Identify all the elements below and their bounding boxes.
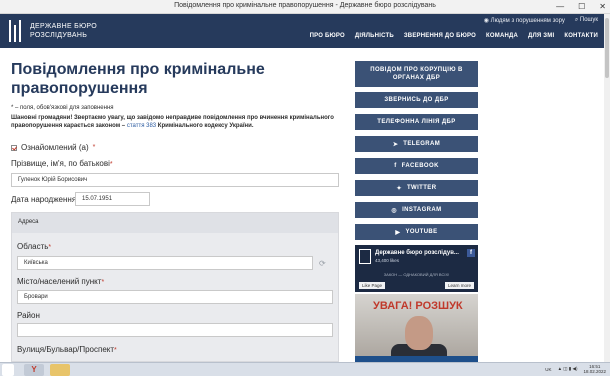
acknowledged-checkbox[interactable] bbox=[11, 144, 17, 151]
instagram-button[interactable]: ◎ INSTAGRAM bbox=[355, 202, 478, 218]
dob-label: Дата народження bbox=[11, 195, 77, 204]
nav-item-appeals[interactable]: ЗВЕРНЕННЯ ДО БЮРО bbox=[404, 33, 476, 39]
language-indicator[interactable]: UK bbox=[545, 367, 551, 372]
facebook-logo-icon: f bbox=[467, 249, 475, 257]
facebook-icon: f bbox=[394, 163, 397, 169]
fullname-input[interactable]: Гуленок Юрій Борисович bbox=[11, 173, 339, 187]
os-taskbar: Y UK ▲ ◫ ▮ ◀) 16:51 18.02.2022 bbox=[0, 362, 610, 376]
fb-page-name[interactable]: Державне бюро розслідув... bbox=[375, 250, 459, 256]
nav-item-team[interactable]: КОМАНДА bbox=[486, 33, 518, 39]
fb-learn-more-button[interactable]: Learn more bbox=[444, 282, 474, 289]
window-title: Повідомлення про кримінальне правопоруше… bbox=[174, 2, 436, 9]
fb-likes-count: 43,400 likes bbox=[375, 258, 400, 263]
dbr-logo-icon[interactable] bbox=[8, 20, 22, 42]
window-titlebar: Повідомлення про кримінальне правопоруше… bbox=[0, 0, 610, 14]
close-button[interactable]: ✕ bbox=[599, 2, 606, 11]
maximize-button[interactable]: ☐ bbox=[578, 2, 585, 11]
city-input[interactable]: Бровари bbox=[17, 290, 333, 304]
report-corruption-button[interactable]: ПОВІДОМ ПРО КОРУПЦІЮ В ОРГАНАХ ДБР bbox=[355, 61, 478, 87]
brand-line-2: РОЗСЛІДУВАНЬ bbox=[30, 32, 88, 39]
start-button[interactable] bbox=[2, 364, 14, 376]
telegram-button[interactable]: ➤ TELEGRAM bbox=[355, 136, 478, 152]
search-icon: ⌕ bbox=[574, 17, 579, 23]
site-header: ДЕРЖАВНЕ БЮРО РОЗСЛІДУВАНЬ ◉ Людям з пор… bbox=[0, 14, 604, 48]
twitter-icon: ✦ bbox=[396, 185, 402, 192]
nav-item-about[interactable]: ПРО БЮРО bbox=[310, 33, 345, 39]
page-scrollbar[interactable] bbox=[604, 14, 610, 362]
required-note: * – поля, обов'язкові для заповнення bbox=[11, 105, 114, 111]
window-controls: — ☐ ✕ bbox=[556, 2, 606, 11]
legal-warning: Шановні громадяни! Звертаємо увагу, що з… bbox=[11, 115, 334, 129]
district-input[interactable] bbox=[17, 323, 333, 337]
search-link[interactable]: ⌕ Пошук bbox=[575, 17, 598, 24]
fb-like-page-button[interactable]: Like Page bbox=[359, 282, 386, 289]
region-select[interactable]: Київська bbox=[17, 256, 313, 270]
refresh-icon[interactable]: ⟳ bbox=[319, 259, 326, 268]
header-utilities: ◉ Людям з порушенням зору ⌕ Пошук bbox=[484, 17, 598, 24]
accessibility-link[interactable]: ◉ Людям з порушенням зору bbox=[484, 17, 565, 24]
acknowledged-label: Ознайомлений (а) bbox=[21, 143, 89, 152]
fullname-label: Прізвище, ім'я, по батькові* bbox=[11, 159, 113, 168]
article-383-link[interactable]: стаття 383 bbox=[127, 123, 156, 129]
acknowledged-row[interactable]: Ознайомлений (а) * bbox=[11, 143, 95, 152]
twitter-button[interactable]: ✦ TWITTER bbox=[355, 180, 478, 196]
page-title: Повідомлення про кримінальне правопоруше… bbox=[11, 61, 265, 97]
region-label: Область* bbox=[17, 242, 52, 251]
system-tray: UK ▲ ◫ ▮ ◀) 16:51 18.02.2022 bbox=[545, 364, 606, 374]
phone-line-button[interactable]: ТЕЛЕФОННА ЛІНІЯ ДБР bbox=[355, 114, 478, 130]
clock[interactable]: 16:51 18.02.2022 bbox=[583, 364, 606, 374]
wanted-photo bbox=[405, 316, 433, 350]
tray-icons[interactable]: ▲ ◫ ▮ ◀) bbox=[558, 366, 578, 372]
dob-input[interactable]: 15.07.1951 bbox=[75, 192, 150, 206]
contact-dbr-button[interactable]: ЗВЕРНИСЬ ДО ДБР bbox=[355, 92, 478, 108]
nav-item-contacts[interactable]: КОНТАКТИ bbox=[564, 33, 598, 39]
facebook-button[interactable]: f FACEBOOK bbox=[355, 158, 478, 174]
brand-line-1: ДЕРЖАВНЕ БЮРО bbox=[30, 23, 97, 30]
street-label: Вулиця/Бульвар/Проспект* bbox=[17, 345, 117, 354]
main-nav: ПРО БЮРО ДІЯЛЬНІСТЬ ЗВЕРНЕННЯ ДО БЮРО КО… bbox=[310, 33, 598, 39]
telegram-icon: ➤ bbox=[392, 141, 399, 148]
youtube-button[interactable]: ▶ YOUTUBE bbox=[355, 224, 478, 240]
nav-item-activity[interactable]: ДІЯЛЬНІСТЬ bbox=[355, 33, 394, 39]
district-label: Район bbox=[17, 311, 40, 320]
required-star: * bbox=[92, 144, 96, 151]
scrollbar-thumb[interactable] bbox=[605, 18, 609, 78]
minimize-button[interactable]: — bbox=[556, 2, 564, 11]
page-logo-icon bbox=[359, 249, 371, 264]
browser-taskbar-icon[interactable]: Y bbox=[24, 364, 44, 376]
facebook-page-widget[interactable]: Державне бюро розслідув... 43,400 likes … bbox=[355, 245, 478, 292]
nav-item-media[interactable]: ДЛЯ ЗМІ bbox=[528, 33, 554, 39]
address-section: Адреса bbox=[11, 212, 339, 362]
instagram-icon: ◎ bbox=[391, 207, 398, 214]
fb-slogan: ЗАКОН — ОДНАКОВИЙ ДЛЯ ВСІХ! bbox=[383, 272, 450, 277]
city-label: Місто/населений пункт* bbox=[17, 277, 105, 286]
eye-icon: ◉ bbox=[483, 18, 489, 24]
folder-taskbar-icon[interactable] bbox=[50, 364, 70, 376]
address-header: Адреса bbox=[12, 213, 338, 233]
wanted-title: УВАГА! РОЗШУК bbox=[373, 300, 463, 312]
youtube-icon: ▶ bbox=[395, 229, 401, 236]
wanted-banner[interactable]: УВАГА! РОЗШУК bbox=[355, 294, 478, 362]
brand-name[interactable]: ДЕРЖАВНЕ БЮРО РОЗСЛІДУВАНЬ bbox=[30, 22, 97, 40]
